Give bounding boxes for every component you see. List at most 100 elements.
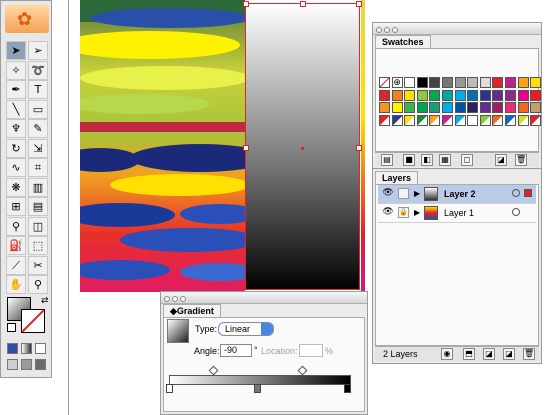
selection-indicator[interactable]	[524, 189, 532, 197]
color-swatch[interactable]	[530, 114, 542, 126]
default-fill-stroke-icon[interactable]	[7, 323, 16, 332]
swatch-libraries-icon[interactable]: ▤	[381, 154, 393, 166]
pen-icon[interactable]: ✒	[6, 80, 26, 99]
full-screen-menu-icon[interactable]	[21, 359, 32, 370]
color-swatch[interactable]	[391, 102, 403, 114]
color-swatch[interactable]	[530, 89, 542, 101]
color-swatch[interactable]	[467, 114, 479, 126]
symbol-sprayer-icon[interactable]: ❋	[6, 177, 26, 197]
color-swatch[interactable]	[517, 102, 529, 114]
layer-row[interactable]: 👁 🔒 ▶ Layer 1	[378, 204, 536, 223]
color-swatch[interactable]	[492, 114, 504, 126]
full-screen-icon[interactable]	[35, 359, 46, 370]
layer-name[interactable]: Layer 1	[444, 207, 474, 219]
color-swatch[interactable]	[404, 89, 416, 101]
slice-icon[interactable]: ⟋	[6, 255, 26, 275]
color-swatch[interactable]	[404, 77, 416, 88]
gradient-mode-icon[interactable]	[21, 343, 32, 354]
swatch-options-icon[interactable]: ◻	[461, 154, 473, 166]
warp-icon[interactable]: ∿	[6, 158, 26, 177]
color-swatch[interactable]	[404, 102, 416, 114]
color-swatch[interactable]	[454, 89, 466, 101]
lasso-icon[interactable]: ➰	[28, 60, 48, 80]
color-swatch[interactable]	[391, 89, 403, 101]
color-swatch[interactable]	[479, 89, 491, 101]
new-sublayer-icon[interactable]: ⬒	[463, 348, 475, 360]
gradient-titlebar[interactable]	[161, 292, 367, 304]
visibility-eye-icon[interactable]: 👁	[382, 188, 394, 199]
tab-layers[interactable]: Layers	[375, 171, 419, 185]
bounding-handle[interactable]	[356, 1, 362, 7]
bounding-handle[interactable]	[243, 145, 249, 151]
gradient-icon[interactable]: ▤	[28, 197, 48, 216]
color-swatch[interactable]	[505, 77, 516, 88]
layer-row[interactable]: 👁 ▶ Layer 2	[378, 185, 536, 204]
close-icon[interactable]	[376, 27, 382, 33]
scale-icon[interactable]: ⇲	[28, 138, 48, 158]
color-swatch[interactable]	[492, 89, 504, 101]
trash-icon[interactable]: 🗑	[523, 348, 535, 360]
magic-wand-icon[interactable]: ✧	[6, 60, 26, 80]
color-swatch[interactable]	[505, 89, 516, 101]
stroke-swatch[interactable]	[21, 309, 45, 333]
color-swatch[interactable]	[416, 102, 428, 114]
color-swatch[interactable]	[416, 77, 428, 88]
line-icon[interactable]: ╲	[6, 99, 26, 119]
rotate-icon[interactable]: ↻	[6, 138, 26, 158]
target-circle-icon[interactable]	[512, 189, 520, 197]
tab-options-icon[interactable]: ◆	[170, 306, 177, 316]
registration-swatch[interactable]: ⊕	[391, 77, 403, 88]
bounding-handle[interactable]	[356, 145, 362, 151]
color-swatch[interactable]	[442, 89, 453, 101]
angle-input[interactable]: -90	[220, 344, 252, 357]
color-swatch[interactable]	[404, 114, 416, 126]
show-pattern-swatches-icon[interactable]: ▦	[439, 154, 451, 166]
show-gradient-swatches-icon[interactable]: ◧	[421, 154, 433, 166]
color-swatch[interactable]	[429, 114, 441, 126]
color-swatch[interactable]	[530, 102, 542, 114]
color-swatch[interactable]	[429, 77, 441, 88]
tab-gradient[interactable]: ◆Gradient	[163, 304, 221, 318]
color-swatch[interactable]	[517, 77, 529, 88]
color-swatch[interactable]	[505, 102, 516, 114]
eyedropper-icon[interactable]: ⚲	[6, 216, 26, 236]
bounding-handle[interactable]	[243, 1, 249, 7]
new-swatch-icon[interactable]: ◪	[495, 154, 507, 166]
zoom-icon[interactable]	[392, 27, 398, 33]
color-swatch[interactable]	[416, 114, 428, 126]
color-swatch[interactable]	[416, 89, 428, 101]
paint-bucket-icon[interactable]: ⛽	[6, 236, 26, 255]
color-swatch[interactable]	[467, 102, 479, 114]
target-circle-icon[interactable]	[512, 208, 520, 216]
color-swatch[interactable]	[530, 77, 542, 88]
graph-icon[interactable]: ▥	[28, 177, 48, 197]
minimize-icon[interactable]	[384, 27, 390, 33]
close-icon[interactable]	[164, 296, 170, 302]
artboard[interactable]	[80, 0, 365, 292]
lock-toggle[interactable]	[398, 188, 409, 199]
color-swatch[interactable]	[454, 102, 466, 114]
pencil-icon[interactable]: ✎	[28, 119, 48, 138]
color-swatch[interactable]	[492, 77, 504, 88]
zoom-icon[interactable]	[180, 296, 186, 302]
layer-name[interactable]: Layer 2	[444, 188, 476, 200]
color-swatch[interactable]	[454, 114, 466, 126]
none-mode-icon[interactable]	[35, 343, 46, 354]
gradient-preview-swatch[interactable]	[167, 319, 189, 343]
location-input[interactable]	[299, 344, 323, 357]
window-controls[interactable]	[164, 294, 188, 304]
hand-icon[interactable]: ✋	[6, 275, 26, 294]
color-swatch[interactable]	[479, 114, 491, 126]
new-layer-icon[interactable]: ◪	[483, 348, 495, 360]
color-swatch[interactable]	[492, 102, 504, 114]
bounding-handle[interactable]	[300, 1, 306, 7]
none-swatch[interactable]	[379, 77, 390, 88]
blend-icon[interactable]: ◫	[28, 216, 48, 236]
color-swatch[interactable]	[454, 77, 466, 88]
gradient-stop-mid[interactable]	[254, 384, 261, 393]
gradient-type-select[interactable]: Linear	[218, 322, 274, 336]
paintbrush-icon[interactable]: ♆	[6, 119, 26, 138]
color-swatch[interactable]	[517, 114, 529, 126]
live-paint-selection-icon[interactable]: ⬚	[28, 236, 48, 255]
striped-artwork[interactable]	[80, 0, 245, 292]
